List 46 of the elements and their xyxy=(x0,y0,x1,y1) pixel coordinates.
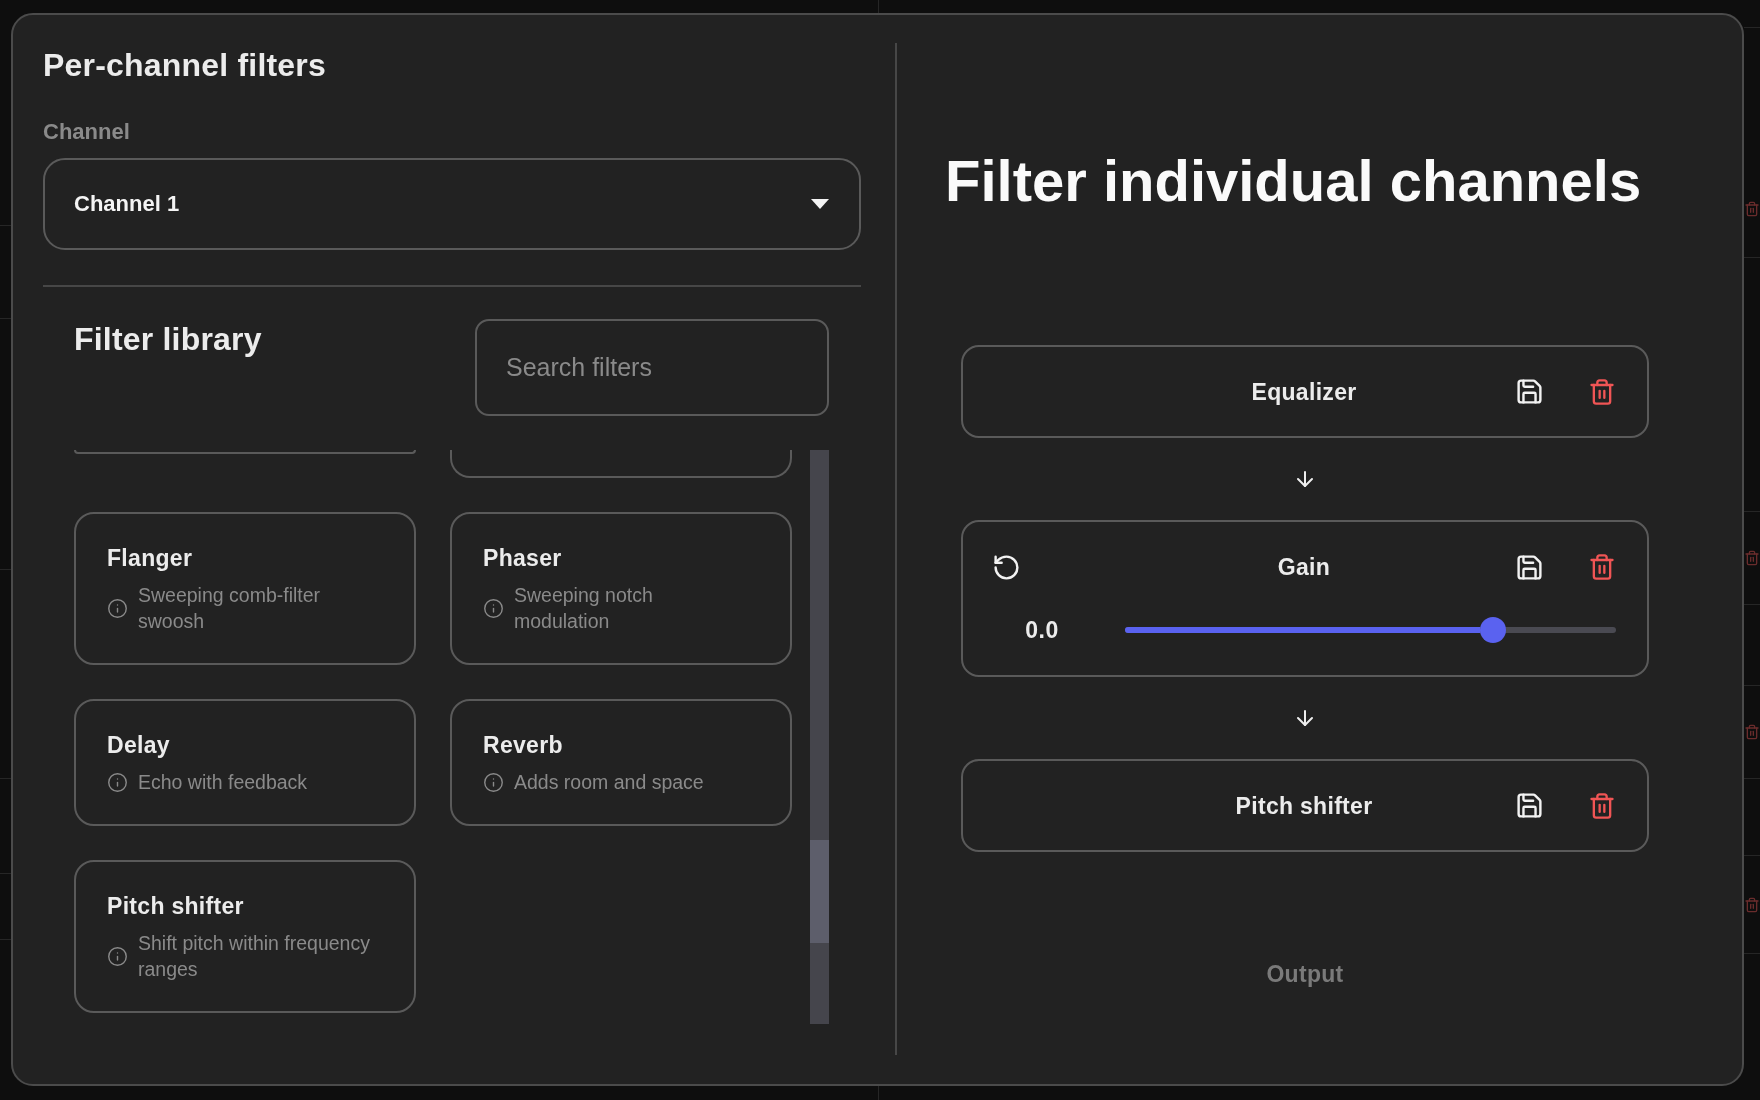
section-title: Filter library xyxy=(74,321,262,357)
filter-name: Gain xyxy=(1277,553,1331,581)
info-icon xyxy=(107,597,128,619)
channel-select[interactable]: Channel 1 xyxy=(43,158,861,250)
filter-name: Phaser xyxy=(483,544,562,572)
save-icon[interactable] xyxy=(1515,552,1544,582)
field-label: Channel xyxy=(43,118,130,146)
trash-icon xyxy=(1744,201,1760,217)
info-icon xyxy=(107,771,128,793)
trash-icon[interactable] xyxy=(1588,553,1616,581)
save-icon[interactable] xyxy=(1515,377,1544,406)
filter-card[interactable]: Reverb Adds room and space xyxy=(450,699,792,826)
filter-name: Reverb xyxy=(483,731,563,759)
trash-icon xyxy=(1744,550,1760,566)
filter-name: Pitch shifter xyxy=(1235,791,1373,820)
info-icon xyxy=(107,945,128,967)
filter-name: Pitch shifter xyxy=(107,892,244,920)
filter-description: Echo with feedback xyxy=(138,770,308,795)
filter-description: Sweeping comb-filter swoosh xyxy=(138,583,322,634)
trash-icon[interactable] xyxy=(1588,791,1616,820)
trash-icon[interactable] xyxy=(1588,377,1616,406)
reset-icon[interactable] xyxy=(992,552,1021,582)
trash-icon xyxy=(1744,724,1760,740)
filter-card[interactable]: Delay Echo with feedback xyxy=(74,699,416,826)
filter-name: Delay xyxy=(107,731,170,759)
filter-name: Flanger xyxy=(107,544,193,572)
scrollbar-thumb[interactable] xyxy=(810,840,829,943)
filter-card[interactable]: Phaser Sweeping notch modulation xyxy=(450,512,792,665)
filter-card[interactable]: Pitch shifter Shift pitch within frequency ranges xyxy=(74,860,416,1013)
info-icon xyxy=(483,771,504,793)
filter-card[interactable]: Flanger Sweeping comb-filter swoosh xyxy=(74,512,416,665)
dialog-title: Per-channel filters xyxy=(43,47,326,83)
panel-heading: Filter individual channels xyxy=(945,148,1642,214)
slider-thumb[interactable] xyxy=(1480,617,1507,643)
trash-icon xyxy=(1744,896,1760,913)
save-icon[interactable] xyxy=(1515,791,1544,820)
filter-name: Equalizer xyxy=(1251,377,1357,406)
scrollbar[interactable] xyxy=(810,450,829,1024)
filter-description: Shift pitch within frequency ranges xyxy=(138,931,371,982)
filter-description: Adds room and space xyxy=(514,770,704,795)
filter-description: Sweeping notch modulation xyxy=(514,583,654,634)
output-label: Output xyxy=(1266,960,1344,988)
slider-value: 0.0 xyxy=(1025,616,1059,644)
caret-icon xyxy=(811,199,829,209)
search-field[interactable]: Search filters xyxy=(475,319,829,416)
info-icon xyxy=(483,597,504,619)
